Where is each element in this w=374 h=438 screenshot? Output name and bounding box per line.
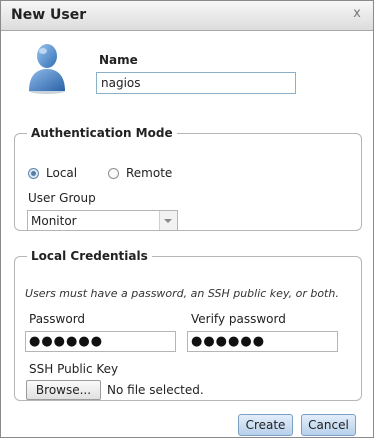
user-group-label: User Group [28,191,96,205]
radio-local-indicator[interactable] [28,167,39,179]
verify-password-label: Verify password [191,312,286,326]
user-group-value: Monitor [31,214,77,228]
authentication-mode-legend: Authentication Mode [31,126,173,140]
password-field[interactable]: ●●●●●● [25,331,176,352]
radio-remote[interactable]: Remote [108,166,172,180]
browse-button[interactable]: Browse... [26,380,101,400]
cancel-button[interactable]: Cancel [301,414,356,436]
ssh-public-key-label: SSH Public Key [29,362,119,376]
dialog-title-bar: New User x [1,1,373,31]
radio-remote-indicator[interactable] [108,167,119,179]
radio-remote-label: Remote [126,166,173,180]
password-label: Password [29,312,86,326]
radio-local-label: Local [46,166,78,180]
create-button[interactable]: Create [238,414,293,436]
user-avatar-icon [29,44,65,94]
dialog-title: New User [11,7,87,23]
chevron-down-icon[interactable] [159,211,177,230]
new-user-dialog: New User x Name Authentication Mode Loca… [0,0,374,438]
local-credentials-legend: Local Credentials [31,249,148,263]
credentials-hint: Users must have a password, an SSH publi… [25,287,339,300]
verify-password-field[interactable]: ●●●●●● [187,331,338,352]
radio-local[interactable]: Local [28,166,77,180]
local-credentials-group: Local Credentials Users must have a pass… [14,249,362,401]
authentication-mode-group: Authentication Mode Local Remote User Gr… [14,126,362,231]
name-input[interactable] [96,72,296,94]
name-label: Name [99,53,138,67]
file-status: No file selected. [107,383,204,397]
close-icon[interactable]: x [349,6,365,22]
user-group-select[interactable]: Monitor [27,210,178,231]
